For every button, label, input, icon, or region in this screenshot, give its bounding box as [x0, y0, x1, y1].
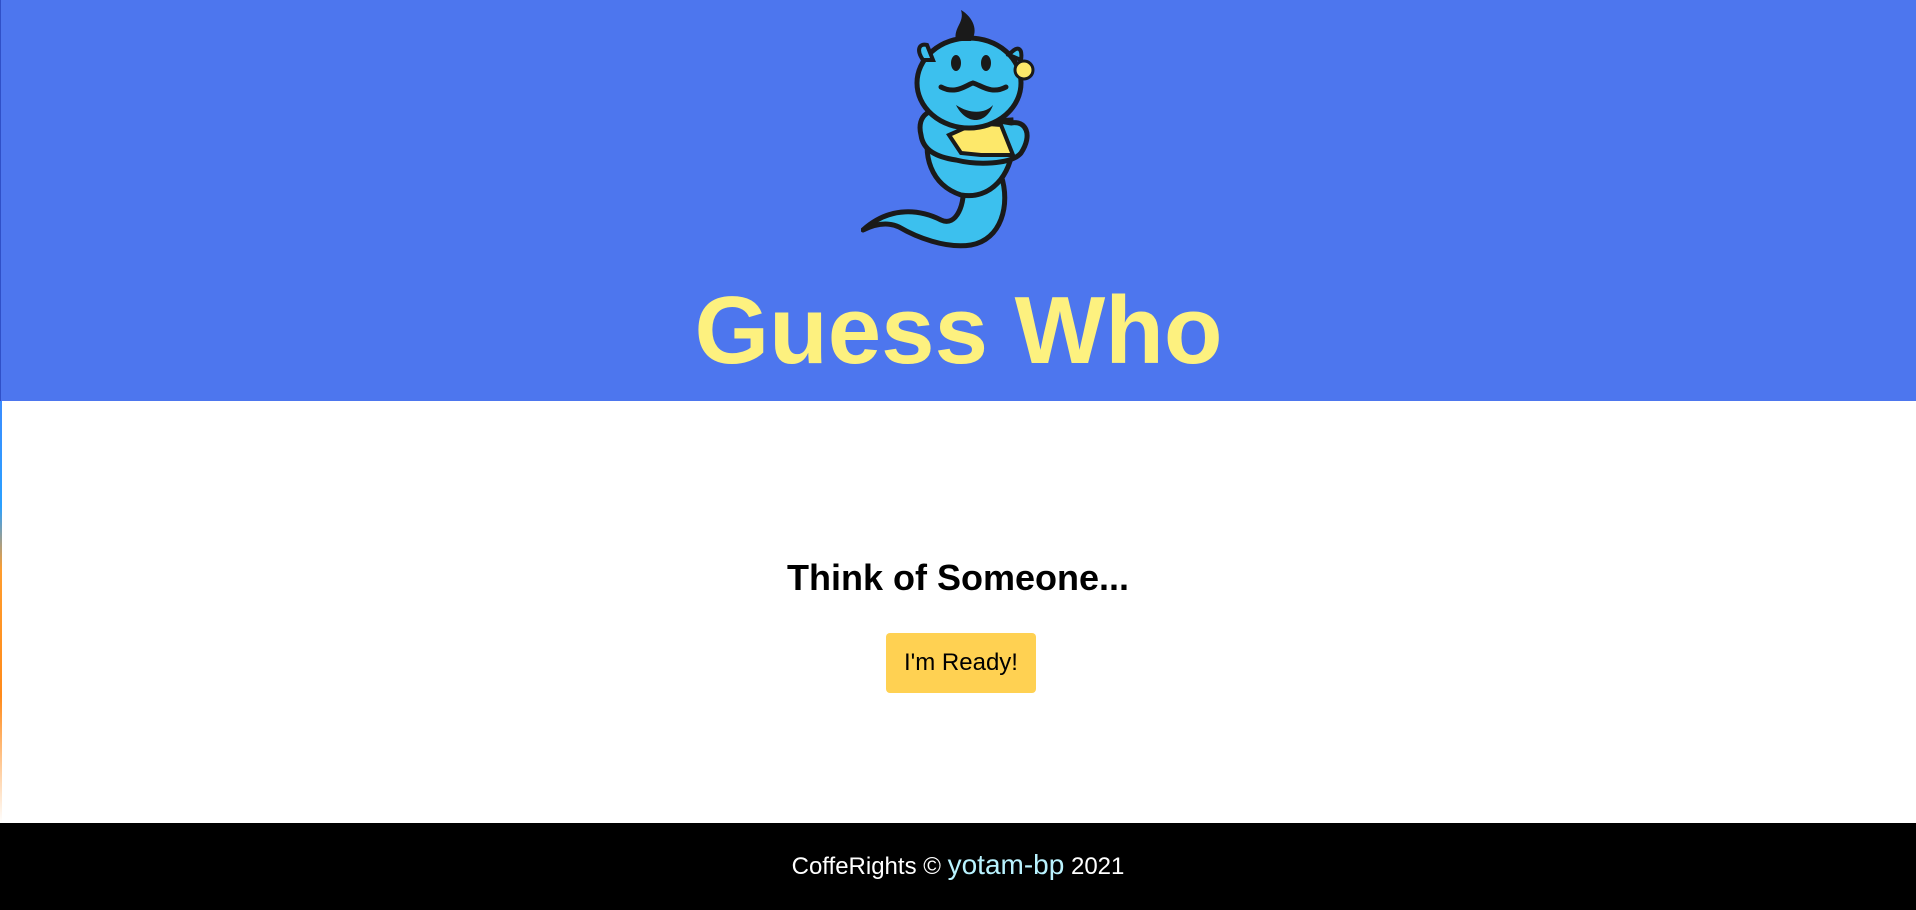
genie-mascot-icon	[861, 10, 1035, 249]
main-content: Think of Someone... I'm Ready!	[0, 401, 1916, 823]
prompt-heading: Think of Someone...	[786, 557, 1130, 598]
left-edge-strip	[0, 401, 2, 823]
footer-prefix: CoffeRights ©	[791, 853, 941, 880]
page-title: Guess Who	[694, 277, 1223, 384]
hero-header: Guess Who	[0, 0, 1916, 401]
page: Guess Who Think of Someone... I'm Ready!…	[0, 0, 1916, 910]
footer: CoffeRights © yotam-bp 2021	[0, 823, 1916, 910]
ready-button[interactable]: I'm Ready!	[886, 633, 1036, 693]
author-link[interactable]: yotam-bp	[948, 849, 1065, 880]
footer-year: 2021	[1070, 853, 1125, 880]
footer-text: CoffeRights © yotam-bp 2021	[0, 847, 1916, 885]
